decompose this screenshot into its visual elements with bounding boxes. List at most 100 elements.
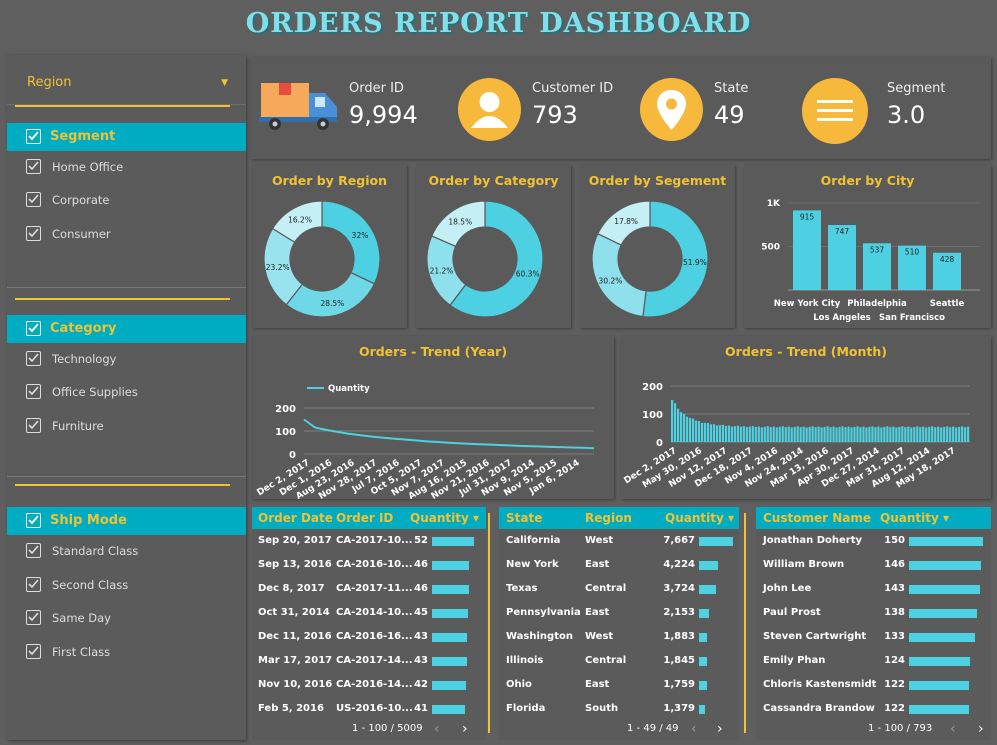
filter-item-furniture[interactable]: Furniture [7, 415, 246, 437]
bar-chart: 2001000Dec 2, 2017May 30, 2016Nov 12, 20… [622, 382, 970, 491]
table-row[interactable]: Steven Cartwright 133 [756, 625, 991, 649]
table-cell: Emily Phan [763, 655, 826, 666]
table-row[interactable]: Paul Prost 138 [756, 601, 991, 625]
pagination-label: 1 - 100 / 793 [868, 723, 933, 734]
table-row[interactable]: Cassandra Brandow 122 [756, 697, 991, 721]
table-row[interactable]: New York East 4,224 [499, 553, 739, 577]
month-bar [763, 426, 766, 442]
filter-segment-all[interactable]: Segment [7, 123, 246, 151]
table-row[interactable]: Feb 5, 2016 US-2016-10... 41 [252, 697, 486, 721]
table-cell: Illinois [506, 655, 544, 666]
table-row[interactable]: Texas Central 3,724 [499, 577, 739, 601]
month-bar [889, 427, 892, 442]
table-cell: South [585, 703, 619, 714]
filter-group-label: Segment [50, 129, 116, 144]
month-bar [829, 427, 832, 442]
column-header[interactable]: Quantity ▾ [880, 507, 949, 529]
table-row[interactable]: John Lee 143 [756, 577, 991, 601]
table-row[interactable]: Jonathan Doherty 150 [756, 529, 991, 553]
filter-item-label: Furniture [52, 419, 104, 433]
table-row[interactable]: Sep 20, 2017 CA-2017-10... 52 [252, 529, 486, 553]
table-row[interactable]: William Brown 146 [756, 553, 991, 577]
table-row[interactable]: California West 7,667 [499, 529, 739, 553]
filter-item-consumer[interactable]: Consumer [7, 223, 246, 245]
slice-label: 60.3% [516, 269, 540, 278]
filter-item-label: Home Office [52, 160, 124, 174]
next-page-icon[interactable]: › [462, 721, 468, 737]
filter-item-technology[interactable]: Technology [7, 348, 246, 370]
table-row[interactable]: Oct 31, 2014 CA-2014-10... 45 [252, 601, 486, 625]
order-by-city-chart: Order by City 1K 500 915 New York City 747 Lo… [744, 165, 991, 328]
month-bar [949, 427, 952, 442]
table-header: Order Date Order ID Quantity ▾ [252, 507, 486, 529]
filter-category-all[interactable]: Category [7, 315, 246, 343]
table-row[interactable]: Dec 8, 2017 CA-2017-11... 46 [252, 577, 486, 601]
month-bar [814, 427, 817, 442]
table-cell: Florida [506, 703, 546, 714]
table-cell: 3,724 [663, 583, 695, 594]
table-row[interactable]: Nov 10, 2016 CA-2016-14... 42 [252, 673, 486, 697]
next-page-icon[interactable]: › [978, 721, 984, 737]
table-row[interactable]: Emily Phan 124 [756, 649, 991, 673]
month-bar [850, 427, 853, 442]
table-row[interactable]: Dec 11, 2016 CA-2016-16... 43 [252, 625, 486, 649]
kpi-value: 9,994 [349, 101, 418, 129]
table-row[interactable]: Illinois Central 1,845 [499, 649, 739, 673]
table-cell: 122 [884, 679, 905, 690]
table-cell: Washington [506, 631, 573, 642]
filter-item-second-class[interactable]: Second Class [7, 574, 246, 596]
month-bar [883, 426, 886, 442]
table-row[interactable]: Ohio East 1,759 [499, 673, 739, 697]
filter-item-first-class[interactable]: First Class [7, 641, 246, 663]
table-cell: Pennsylvania [506, 607, 581, 618]
table-cell: 42 [414, 679, 428, 690]
column-header[interactable]: Quantity ▾ [665, 507, 734, 529]
table-cell: 52 [414, 535, 428, 546]
table-row[interactable]: Mar 17, 2017 CA-2017-14... 43 [252, 649, 486, 673]
filter-group-label: Category [50, 321, 117, 336]
filter-sidebar: Region ▼ Segment Home Office Corporate C… [7, 55, 246, 740]
filter-item-home-office[interactable]: Home Office [7, 156, 246, 178]
next-page-icon[interactable]: › [717, 721, 723, 737]
column-header[interactable]: Quantity ▾ [410, 507, 479, 529]
region-dropdown[interactable]: Region ▼ [7, 63, 246, 105]
table-row[interactable]: Pennsylvania East 2,153 [499, 601, 739, 625]
prev-page-icon[interactable]: ‹ [434, 721, 440, 737]
table-cell: 1,379 [663, 703, 695, 714]
quantity-bar [909, 537, 983, 546]
y-tick-label: 200 [275, 404, 296, 415]
column-header[interactable]: Customer Name [763, 507, 871, 529]
month-bar [937, 426, 940, 442]
kpi-label: Segment [887, 81, 946, 96]
filter-item-standard-class[interactable]: Standard Class [7, 540, 246, 562]
quantity-bar [432, 585, 470, 594]
table-row[interactable]: Florida South 1,379 [499, 697, 739, 721]
month-bar [823, 426, 826, 442]
column-header[interactable]: State [506, 507, 542, 529]
column-header[interactable]: Order Date [258, 507, 333, 529]
table-cell: 143 [884, 583, 905, 594]
table-cell: East [585, 607, 610, 618]
prev-page-icon[interactable]: ‹ [691, 721, 697, 737]
kpi-bar: Order ID 9,994 Customer ID 793 State 49 … [251, 57, 991, 159]
table-row[interactable]: Washington West 1,883 [499, 625, 739, 649]
month-bar [775, 427, 778, 442]
filter-item-office-supplies[interactable]: Office Supplies [7, 381, 246, 403]
table-cell: 2,153 [663, 607, 695, 618]
month-bar [781, 426, 784, 442]
month-bar [910, 427, 913, 442]
month-bar [715, 425, 719, 442]
filter-ship-mode-all[interactable]: Ship Mode [7, 507, 246, 535]
column-header[interactable]: Region [585, 507, 632, 529]
filter-item-same-day[interactable]: Same Day [7, 607, 246, 629]
table-row[interactable]: Chloris Kastensmidt 122 [756, 673, 991, 697]
table-row[interactable]: Sep 13, 2016 CA-2016-10... 46 [252, 553, 486, 577]
month-bar [751, 426, 754, 442]
prev-page-icon[interactable]: ‹ [950, 721, 956, 737]
month-bar [673, 403, 677, 442]
month-bar [700, 422, 704, 442]
filter-item-corporate[interactable]: Corporate [7, 189, 246, 211]
month-bar [922, 426, 925, 442]
column-header[interactable]: Order ID [336, 507, 393, 529]
table-cell: Ohio [506, 679, 532, 690]
